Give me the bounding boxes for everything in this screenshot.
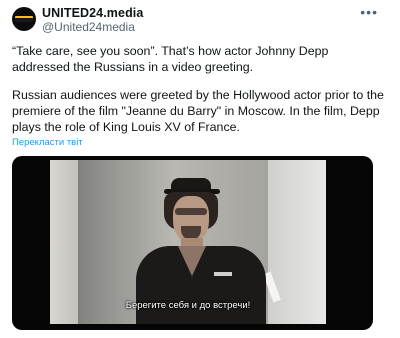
person-glasses (175, 208, 207, 215)
avatar[interactable] (12, 7, 36, 31)
author-handle[interactable]: @United24media (42, 20, 135, 34)
tweet-text-paragraph-1: “Take care, see you soon”. That’s how ac… (12, 44, 329, 74)
tweet-card: UNITED24.media @United24media ••• “Take … (0, 0, 400, 338)
person-shirt (136, 246, 266, 324)
united24-logo-icon (15, 16, 33, 22)
translate-tweet-link[interactable]: Перекласти твіт (12, 137, 83, 148)
video-frame: Берегите себя и до встречи! (50, 160, 326, 324)
video-subtitle: Берегите себя и до встречи! (125, 300, 251, 311)
person-pocket (214, 272, 232, 276)
author-name[interactable]: UNITED24.media (42, 6, 143, 20)
video-player[interactable]: Берегите себя и до встречи! (12, 156, 373, 330)
more-options-icon[interactable]: ••• (360, 4, 378, 20)
tweet-text-paragraph-2: Russian audiences were greeted by the Ho… (12, 88, 384, 134)
